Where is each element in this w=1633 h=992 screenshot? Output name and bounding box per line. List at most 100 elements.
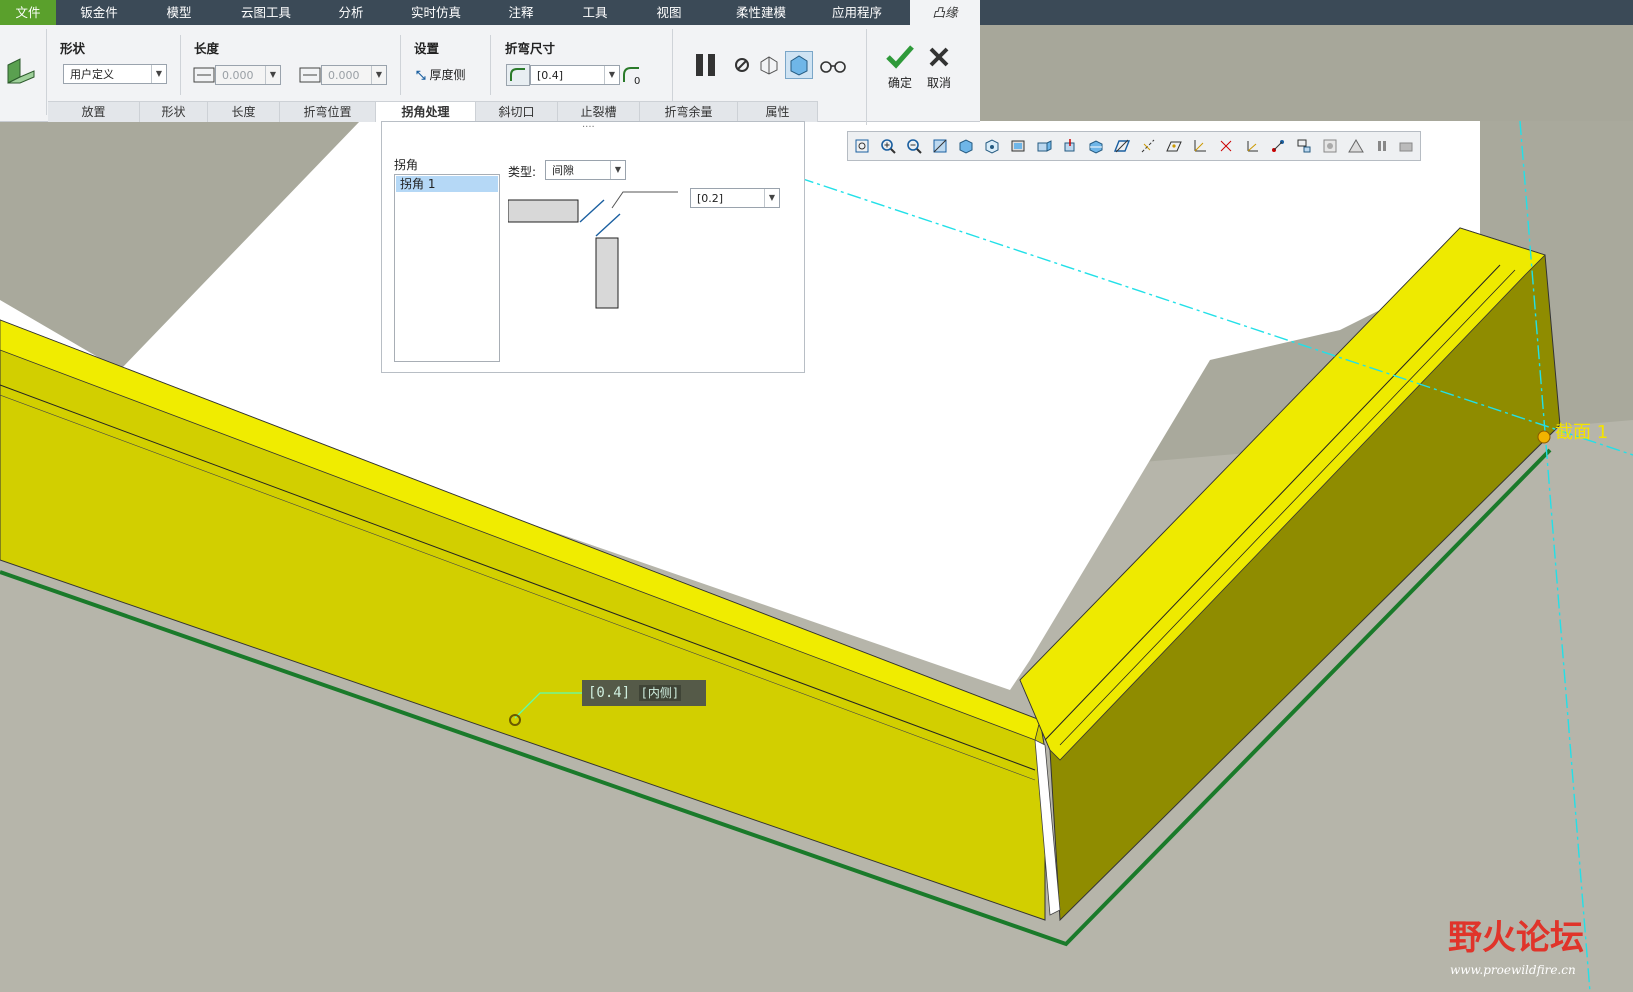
ok-label: 确定 — [887, 76, 912, 90]
tab-annotate[interactable]: 注释 — [488, 0, 554, 25]
subtab-corner-treatment[interactable]: 拐角处理 — [376, 102, 476, 122]
pause-icon[interactable] — [693, 52, 719, 78]
corner-list-item[interactable]: 拐角 1 — [396, 176, 498, 192]
panel-grip[interactable]: ···· — [582, 122, 595, 133]
length-end1-icon — [193, 67, 215, 83]
repaint-icon[interactable] — [932, 138, 948, 154]
tab-sheetmetal[interactable]: 钣金件 — [66, 0, 132, 25]
model-viewport[interactable] — [0, 121, 1633, 992]
thickness-side-label: 厚度侧 — [429, 68, 466, 82]
ribbon-tab-bar: 文件 钣金件 模型 云图工具 分析 实时仿真 注释 工具 视图 柔性建模 应用程… — [0, 0, 1633, 25]
subtab-relief[interactable]: 止裂槽 — [558, 102, 640, 122]
mesh-preview-icon[interactable] — [758, 54, 780, 76]
tab-applications[interactable]: 应用程序 — [814, 0, 900, 25]
tab-analysis[interactable]: 分析 — [318, 0, 384, 25]
tab-tools[interactable]: 工具 — [562, 0, 628, 25]
layer-display-icon[interactable] — [1398, 138, 1414, 154]
length-end2-icon — [299, 67, 321, 83]
cancel-label: 取消 — [926, 76, 951, 90]
watermark-text: 野火论坛 — [1448, 918, 1584, 958]
corner-treatment-panel: ···· 拐角 拐角 1 类型: 间隙 ▼ [0.2] ▼ — [381, 121, 805, 373]
gap-value: [0.2] — [697, 192, 724, 205]
subtab-miter-cut[interactable]: 斜切口 — [476, 102, 558, 122]
flange-feature-icon — [7, 58, 35, 84]
refit-icon[interactable] — [854, 138, 870, 154]
datum-point-display-icon[interactable] — [1166, 138, 1182, 154]
chevron-down-icon: ▼ — [764, 189, 779, 207]
point-tag-display-icon[interactable] — [1218, 138, 1234, 154]
subtab-placement[interactable]: 放置 — [48, 102, 140, 122]
csys-display-icon[interactable] — [1192, 138, 1208, 154]
display-style-icon[interactable] — [958, 138, 974, 154]
perspective-icon[interactable] — [1036, 138, 1052, 154]
shape-select-value: 用户定义 — [70, 68, 114, 81]
view-toolbar — [847, 131, 1421, 161]
tab-realtime-sim[interactable]: 实时仿真 — [398, 0, 474, 25]
triangle-warning-icon[interactable] — [1348, 138, 1364, 154]
spin-center-icon[interactable] — [1062, 138, 1078, 154]
thickness-side-icon: ⤡ — [416, 68, 426, 82]
tab-view[interactable]: 视图 — [636, 0, 702, 25]
datum-plane-display-icon[interactable] — [1114, 138, 1130, 154]
ok-button[interactable]: 确定 — [882, 43, 918, 93]
bend-radius-value: [0.4] — [537, 69, 564, 82]
csys-tag-display-icon[interactable] — [1244, 138, 1260, 154]
saved-orientations-icon[interactable] — [984, 138, 1000, 154]
zoom-out-icon[interactable] — [906, 138, 922, 154]
zoom-in-icon[interactable] — [880, 138, 896, 154]
corner-title: 拐角 — [394, 158, 419, 172]
length-value1: 0.000 — [222, 69, 254, 82]
length-value2: 0.000 — [328, 69, 360, 82]
pause-regen-icon[interactable] — [1374, 138, 1390, 154]
shape-select[interactable]: 用户定义 ▼ — [63, 64, 167, 84]
length-value2-input[interactable]: 0.000 ▼ — [321, 65, 387, 85]
ribbon-extension — [980, 25, 1633, 121]
subtab-length[interactable]: 长度 — [208, 102, 280, 122]
bend-dimension-tag[interactable]: [0.4] [内侧] — [582, 680, 706, 706]
type-select-value: 间隙 — [552, 164, 574, 177]
cancel-button[interactable]: 取消 — [921, 43, 957, 93]
bend-radius-input[interactable]: [0.4] ▼ — [530, 65, 620, 85]
subtab-properties[interactable]: 属性 — [738, 102, 818, 122]
gap-value-input[interactable]: [0.2] ▼ — [690, 188, 780, 208]
subtab-bend-position[interactable]: 折弯位置 — [280, 102, 376, 122]
type-select[interactable]: 间隙 ▼ — [545, 160, 626, 180]
corner-gap-diagram — [508, 191, 678, 309]
bend-side-icon[interactable]: 0 — [621, 64, 643, 86]
datum-axis-display-icon[interactable] — [1140, 138, 1156, 154]
verify-glasses-icon[interactable] — [819, 56, 847, 74]
tab-cloud-tools[interactable]: 云图工具 — [228, 0, 304, 25]
chevron-down-icon: ▼ — [151, 65, 166, 83]
length-group-title: 长度 — [194, 41, 220, 56]
section-label[interactable]: 截面 1 — [1555, 418, 1608, 444]
tab-flexible-modeling[interactable]: 柔性建模 — [718, 0, 804, 25]
corner-list[interactable]: 拐角 1 — [394, 174, 500, 362]
thickness-side-button[interactable]: ⤡ 厚度侧 — [416, 65, 465, 85]
length-value1-input[interactable]: 0.000 ▼ — [215, 65, 281, 85]
shape-group-title: 形状 — [60, 41, 86, 56]
subtab-bend-allowance[interactable]: 折弯余量 — [640, 102, 738, 122]
flange-subtabs: 放置 形状 长度 折弯位置 拐角处理 斜切口 止裂槽 折弯余量 属性 — [48, 101, 818, 122]
view-manager-icon[interactable] — [1010, 138, 1026, 154]
bend-dimension-value: [0.4] — [588, 685, 631, 701]
chevron-down-icon: ▼ — [610, 161, 625, 179]
tab-model[interactable]: 模型 — [146, 0, 212, 25]
appearance-gallery-icon[interactable] — [1322, 138, 1338, 154]
section-view-icon[interactable] — [1088, 138, 1104, 154]
tab-flange[interactable]: 凸缘 — [910, 0, 980, 25]
bend-size-group-title: 折弯尺寸 — [505, 41, 556, 56]
bend-radius-icon — [506, 64, 530, 86]
chevron-down-icon: ▼ — [604, 66, 619, 84]
tab-file[interactable]: 文件 — [0, 0, 56, 25]
chevron-down-icon: ▼ — [265, 66, 280, 84]
svg-text:0: 0 — [634, 76, 640, 86]
solid-preview-icon[interactable] — [785, 51, 813, 79]
chevron-down-icon: ▼ — [371, 66, 386, 84]
settings-group-title: 设置 — [414, 41, 440, 56]
close-icon — [929, 47, 949, 67]
annotation-display-icon[interactable] — [1270, 138, 1286, 154]
spin-center-display-icon[interactable] — [1296, 138, 1312, 154]
subtab-shape[interactable]: 形状 — [140, 102, 208, 122]
type-label: 类型: — [508, 165, 537, 179]
no-preview-icon[interactable] — [733, 56, 751, 74]
